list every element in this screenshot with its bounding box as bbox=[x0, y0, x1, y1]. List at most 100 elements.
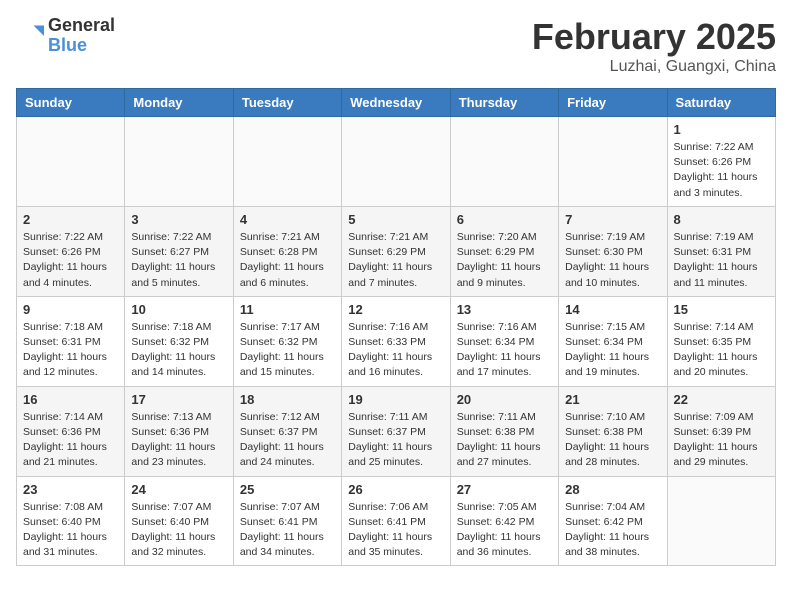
day-info: Sunrise: 7:22 AM Sunset: 6:26 PM Dayligh… bbox=[23, 230, 118, 291]
day-info: Sunrise: 7:09 AM Sunset: 6:39 PM Dayligh… bbox=[674, 410, 769, 471]
day-cell bbox=[667, 476, 775, 566]
day-cell: 18 Sunrise: 7:12 AM Sunset: 6:37 PM Dayli… bbox=[233, 386, 341, 476]
day-number: 12 bbox=[348, 302, 443, 317]
week-row-1: 1 Sunrise: 7:22 AM Sunset: 6:26 PM Daylig… bbox=[17, 117, 776, 207]
day-info: Sunrise: 7:05 AM Sunset: 6:42 PM Dayligh… bbox=[457, 500, 552, 561]
day-info: Sunrise: 7:07 AM Sunset: 6:41 PM Dayligh… bbox=[240, 500, 335, 561]
day-number: 14 bbox=[565, 302, 660, 317]
day-info: Sunrise: 7:22 AM Sunset: 6:26 PM Dayligh… bbox=[674, 140, 769, 201]
day-cell: 1 Sunrise: 7:22 AM Sunset: 6:26 PM Daylig… bbox=[667, 117, 775, 207]
logo: General Blue bbox=[16, 16, 115, 56]
day-cell: 4 Sunrise: 7:21 AM Sunset: 6:28 PM Daylig… bbox=[233, 206, 341, 296]
day-number: 11 bbox=[240, 302, 335, 317]
day-info: Sunrise: 7:12 AM Sunset: 6:37 PM Dayligh… bbox=[240, 410, 335, 471]
day-cell: 2 Sunrise: 7:22 AM Sunset: 6:26 PM Daylig… bbox=[17, 206, 125, 296]
day-number: 19 bbox=[348, 392, 443, 407]
day-info: Sunrise: 7:06 AM Sunset: 6:41 PM Dayligh… bbox=[348, 500, 443, 561]
day-number: 2 bbox=[23, 212, 118, 227]
day-cell: 15 Sunrise: 7:14 AM Sunset: 6:35 PM Dayli… bbox=[667, 296, 775, 386]
weekday-header-tuesday: Tuesday bbox=[233, 89, 341, 117]
day-cell: 14 Sunrise: 7:15 AM Sunset: 6:34 PM Dayli… bbox=[559, 296, 667, 386]
week-row-3: 9Sunrise: 7:18 AM Sunset: 6:31 PM Daylig… bbox=[17, 296, 776, 386]
day-number: 21 bbox=[565, 392, 660, 407]
day-info: Sunrise: 7:21 AM Sunset: 6:28 PM Dayligh… bbox=[240, 230, 335, 291]
day-number: 23 bbox=[23, 482, 118, 497]
day-info: Sunrise: 7:15 AM Sunset: 6:34 PM Dayligh… bbox=[565, 320, 660, 381]
day-number: 3 bbox=[131, 212, 226, 227]
day-cell: 17Sunrise: 7:13 AM Sunset: 6:36 PM Dayli… bbox=[125, 386, 233, 476]
day-number: 16 bbox=[23, 392, 118, 407]
day-cell bbox=[342, 117, 450, 207]
weekday-header-thursday: Thursday bbox=[450, 89, 558, 117]
weekday-header-saturday: Saturday bbox=[667, 89, 775, 117]
day-number: 18 bbox=[240, 392, 335, 407]
day-cell: 5 Sunrise: 7:21 AM Sunset: 6:29 PM Daylig… bbox=[342, 206, 450, 296]
day-info: Sunrise: 7:10 AM Sunset: 6:38 PM Dayligh… bbox=[565, 410, 660, 471]
day-cell bbox=[559, 117, 667, 207]
day-number: 15 bbox=[674, 302, 769, 317]
day-number: 17 bbox=[131, 392, 226, 407]
day-number: 25 bbox=[240, 482, 335, 497]
day-number: 6 bbox=[457, 212, 552, 227]
day-cell: 22 Sunrise: 7:09 AM Sunset: 6:39 PM Dayli… bbox=[667, 386, 775, 476]
day-cell: 7 Sunrise: 7:19 AM Sunset: 6:30 PM Daylig… bbox=[559, 206, 667, 296]
day-cell: 10 Sunrise: 7:18 AM Sunset: 6:32 PM Dayli… bbox=[125, 296, 233, 386]
day-info: Sunrise: 7:18 AM Sunset: 6:32 PM Dayligh… bbox=[131, 320, 226, 381]
day-cell: 13Sunrise: 7:16 AM Sunset: 6:34 PM Dayli… bbox=[450, 296, 558, 386]
day-cell: 8 Sunrise: 7:19 AM Sunset: 6:31 PM Daylig… bbox=[667, 206, 775, 296]
day-cell: 16 Sunrise: 7:14 AM Sunset: 6:36 PM Dayli… bbox=[17, 386, 125, 476]
day-cell: 11Sunrise: 7:17 AM Sunset: 6:32 PM Dayli… bbox=[233, 296, 341, 386]
day-info: Sunrise: 7:19 AM Sunset: 6:30 PM Dayligh… bbox=[565, 230, 660, 291]
day-number: 20 bbox=[457, 392, 552, 407]
weekday-header-friday: Friday bbox=[559, 89, 667, 117]
day-cell: 21 Sunrise: 7:10 AM Sunset: 6:38 PM Dayli… bbox=[559, 386, 667, 476]
week-row-5: 23Sunrise: 7:08 AM Sunset: 6:40 PM Dayli… bbox=[17, 476, 776, 566]
day-cell bbox=[450, 117, 558, 207]
day-info: Sunrise: 7:14 AM Sunset: 6:35 PM Dayligh… bbox=[674, 320, 769, 381]
day-cell: 20 Sunrise: 7:11 AM Sunset: 6:38 PM Dayli… bbox=[450, 386, 558, 476]
day-info: Sunrise: 7:16 AM Sunset: 6:33 PM Dayligh… bbox=[348, 320, 443, 381]
week-row-2: 2 Sunrise: 7:22 AM Sunset: 6:26 PM Daylig… bbox=[17, 206, 776, 296]
day-info: Sunrise: 7:22 AM Sunset: 6:27 PM Dayligh… bbox=[131, 230, 226, 291]
logo-general: General bbox=[48, 16, 115, 36]
day-number: 22 bbox=[674, 392, 769, 407]
day-number: 1 bbox=[674, 122, 769, 137]
title-block: February 2025 Luzhai, Guangxi, China bbox=[532, 16, 776, 76]
location: Luzhai, Guangxi, China bbox=[532, 58, 776, 76]
weekday-header-row: SundayMondayTuesdayWednesdayThursdayFrid… bbox=[17, 89, 776, 117]
day-cell bbox=[233, 117, 341, 207]
day-info: Sunrise: 7:20 AM Sunset: 6:29 PM Dayligh… bbox=[457, 230, 552, 291]
calendar: SundayMondayTuesdayWednesdayThursdayFrid… bbox=[16, 88, 776, 566]
day-cell: 6 Sunrise: 7:20 AM Sunset: 6:29 PM Daylig… bbox=[450, 206, 558, 296]
day-info: Sunrise: 7:07 AM Sunset: 6:40 PM Dayligh… bbox=[131, 500, 226, 561]
day-number: 5 bbox=[348, 212, 443, 227]
day-info: Sunrise: 7:21 AM Sunset: 6:29 PM Dayligh… bbox=[348, 230, 443, 291]
logo-icon bbox=[16, 22, 44, 50]
day-number: 13 bbox=[457, 302, 552, 317]
day-cell: 24 Sunrise: 7:07 AM Sunset: 6:40 PM Dayli… bbox=[125, 476, 233, 566]
day-cell bbox=[17, 117, 125, 207]
day-number: 10 bbox=[131, 302, 226, 317]
day-number: 8 bbox=[674, 212, 769, 227]
day-info: Sunrise: 7:19 AM Sunset: 6:31 PM Dayligh… bbox=[674, 230, 769, 291]
day-number: 7 bbox=[565, 212, 660, 227]
day-number: 26 bbox=[348, 482, 443, 497]
day-cell: 25 Sunrise: 7:07 AM Sunset: 6:41 PM Dayli… bbox=[233, 476, 341, 566]
day-cell: 23Sunrise: 7:08 AM Sunset: 6:40 PM Dayli… bbox=[17, 476, 125, 566]
day-number: 4 bbox=[240, 212, 335, 227]
day-info: Sunrise: 7:14 AM Sunset: 6:36 PM Dayligh… bbox=[23, 410, 118, 471]
day-number: 24 bbox=[131, 482, 226, 497]
day-cell: 3 Sunrise: 7:22 AM Sunset: 6:27 PM Daylig… bbox=[125, 206, 233, 296]
weekday-header-sunday: Sunday bbox=[17, 89, 125, 117]
day-cell: 9Sunrise: 7:18 AM Sunset: 6:31 PM Daylig… bbox=[17, 296, 125, 386]
week-row-4: 16 Sunrise: 7:14 AM Sunset: 6:36 PM Dayli… bbox=[17, 386, 776, 476]
day-info: Sunrise: 7:11 AM Sunset: 6:38 PM Dayligh… bbox=[457, 410, 552, 471]
day-cell bbox=[125, 117, 233, 207]
weekday-header-monday: Monday bbox=[125, 89, 233, 117]
logo-text: General Blue bbox=[48, 16, 115, 56]
day-cell: 28Sunrise: 7:04 AM Sunset: 6:42 PM Dayli… bbox=[559, 476, 667, 566]
day-cell: 19Sunrise: 7:11 AM Sunset: 6:37 PM Dayli… bbox=[342, 386, 450, 476]
logo-blue: Blue bbox=[48, 36, 115, 56]
day-info: Sunrise: 7:18 AM Sunset: 6:31 PM Dayligh… bbox=[23, 320, 118, 381]
day-cell: 12 Sunrise: 7:16 AM Sunset: 6:33 PM Dayli… bbox=[342, 296, 450, 386]
